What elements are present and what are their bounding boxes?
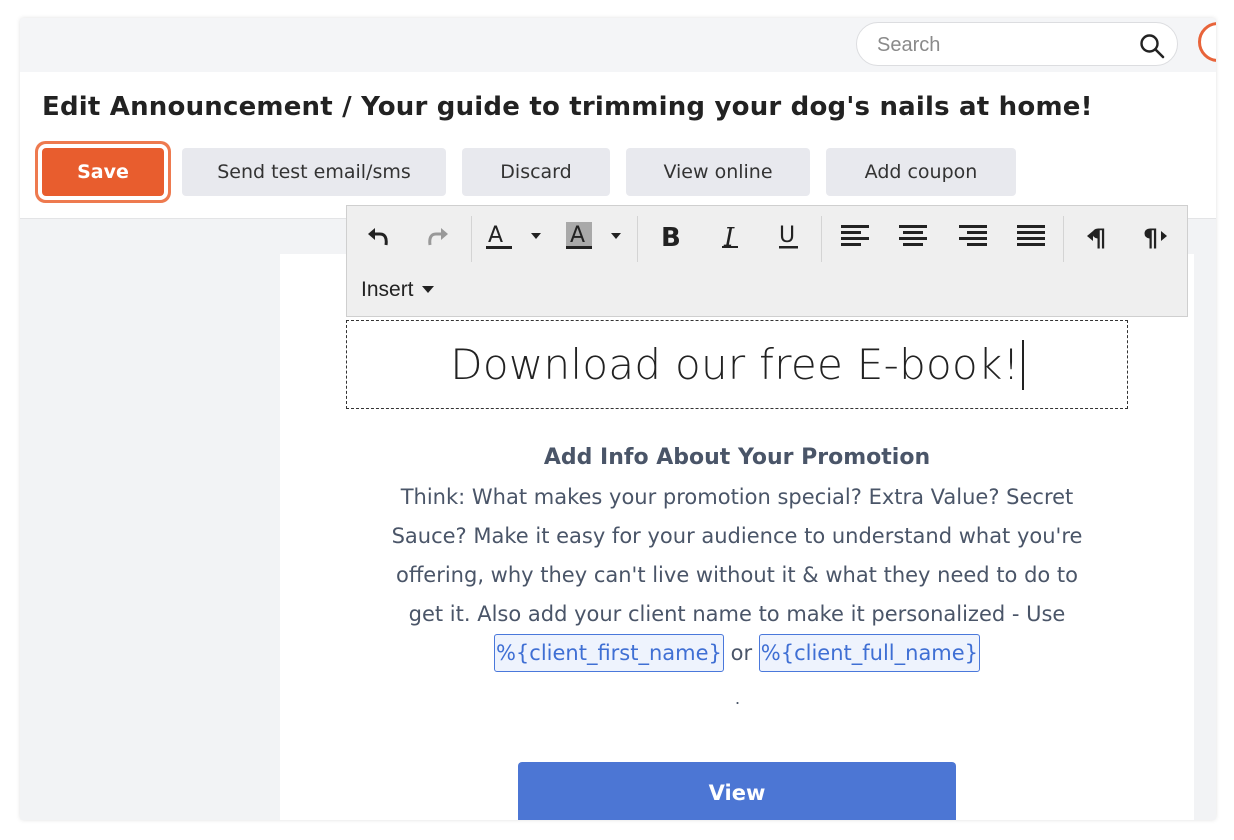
svg-text:A: A [570, 223, 585, 248]
svg-text:U: U [779, 223, 795, 248]
ltr-icon[interactable]: ¶ [1077, 212, 1117, 260]
search-icon[interactable] [1139, 33, 1165, 59]
toolbar-separator [471, 216, 472, 262]
redo-icon[interactable] [421, 212, 455, 260]
toolbar-separator [1063, 216, 1064, 262]
svg-text:B: B [661, 223, 681, 250]
add-coupon-button[interactable]: Add coupon [826, 148, 1016, 196]
top-bar [20, 18, 1216, 72]
headline-text: Download our free E-book! [450, 340, 1020, 389]
svg-text:I: I [723, 223, 735, 250]
discard-button[interactable]: Discard [462, 148, 610, 196]
headline-editable[interactable]: Download our free E-book! [346, 320, 1128, 409]
align-justify-icon[interactable] [1011, 212, 1051, 260]
page-title: Edit Announcement / Your guide to trimmi… [42, 92, 1093, 122]
svg-text:A: A [488, 223, 503, 248]
save-button[interactable]: Save [42, 148, 164, 196]
toolbar-separator [821, 216, 822, 262]
promo-body: Think: What makes your promotion special… [346, 478, 1128, 673]
align-right-icon[interactable] [953, 212, 993, 260]
align-left-icon[interactable] [835, 212, 875, 260]
promo-title: Add Info About Your Promotion [543, 445, 931, 470]
caret-down-icon [421, 286, 434, 293]
align-center-icon[interactable] [893, 212, 933, 260]
insert-label: Insert [361, 278, 414, 301]
view-online-button[interactable]: View online [626, 148, 810, 196]
underline-icon[interactable]: U [769, 212, 809, 260]
rtl-icon[interactable]: ¶ [1135, 212, 1175, 260]
undo-icon[interactable] [361, 212, 395, 260]
view-button[interactable]: View [518, 762, 956, 820]
search-box[interactable] [856, 22, 1178, 66]
editor-header: Edit Announcement / Your guide to trimmi… [20, 72, 1216, 219]
client-first-name-token[interactable]: %{client_first_name} [493, 634, 724, 672]
background-color-icon[interactable]: A [563, 212, 629, 260]
svg-text:¶: ¶ [1091, 224, 1106, 250]
connector-text: or [730, 641, 753, 665]
svg-text:¶: ¶ [1143, 224, 1158, 250]
send-test-button[interactable]: Send test email/sms [182, 148, 446, 196]
text-cursor [1021, 339, 1024, 390]
rich-text-toolbar: A A B I U ¶ ¶ Insert [346, 205, 1188, 317]
toolbar-separator [637, 216, 638, 262]
search-input[interactable] [875, 31, 1119, 59]
insert-dropdown[interactable]: Insert [361, 272, 434, 308]
promo-block[interactable]: Add Info About Your Promotion Think: Wha… [346, 438, 1128, 673]
promo-text: Think: What makes your promotion special… [391, 485, 1083, 626]
bold-icon[interactable]: B [651, 212, 691, 260]
font-color-icon[interactable]: A [483, 212, 549, 260]
italic-icon[interactable]: I [711, 212, 751, 260]
client-full-name-token[interactable]: %{client_full_name} [758, 634, 981, 672]
trailing-period: . [735, 688, 741, 708]
app-frame: Edit Announcement / Your guide to trimmi… [20, 18, 1216, 820]
avatar[interactable] [1198, 22, 1216, 62]
